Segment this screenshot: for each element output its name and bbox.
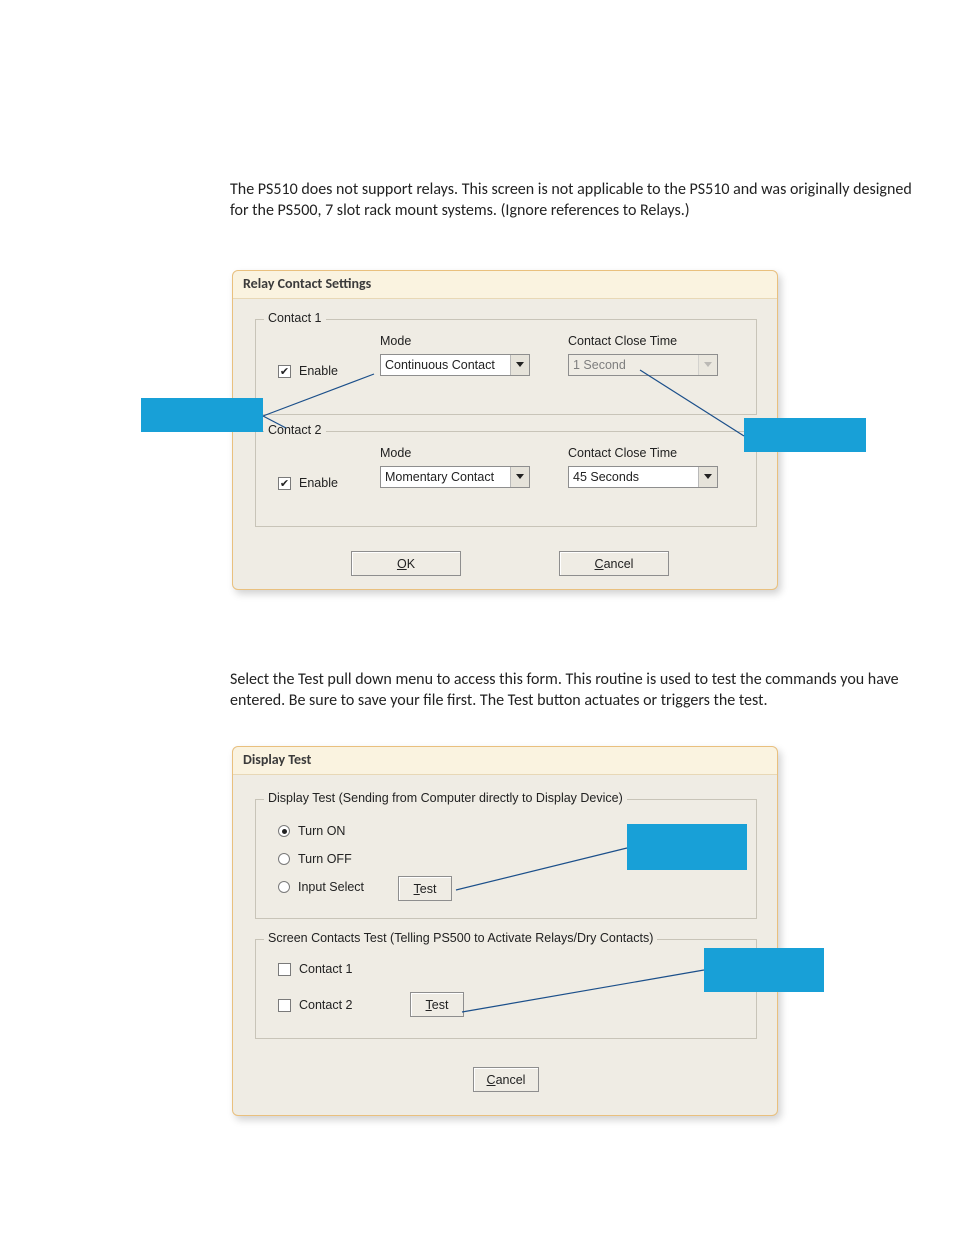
contact-1-enable-checkbox[interactable]: ✔ Enable [278,364,338,378]
checkbox-icon [278,999,291,1012]
enable-label: Enable [299,364,338,378]
cancel-label: Cancel [595,557,634,571]
callout-left [141,398,263,432]
contacts-test-button[interactable]: Test [410,992,464,1017]
test-label: Test [414,882,437,896]
contact-1-group: Contact 1 ✔ Enable Mode Continuous Conta… [255,319,757,415]
mode-label: Mode [380,334,411,348]
mode-value: Momentary Contact [385,470,494,484]
callout-right [744,418,866,452]
dialog-title: Display Test [233,747,777,775]
time-value: 1 Second [573,358,626,372]
checkbox-icon [278,963,291,976]
checkbox-icon: ✔ [278,477,291,490]
cancel-button[interactable]: Cancel [559,551,669,576]
callout-contacts-test [704,948,824,992]
close-time-label: Contact Close Time [568,334,677,348]
radio-icon [278,881,290,893]
test-label: Test [426,998,449,1012]
radio-label: Turn OFF [298,852,352,866]
contact-2-group: Contact 2 ✔ Enable Mode Momentary Contac… [255,431,757,527]
dialog-title: Relay Contact Settings [233,271,777,299]
radio-turn-off[interactable]: Turn OFF [278,852,352,866]
enable-label: Enable [299,476,338,490]
close-time-label: Contact Close Time [568,446,677,460]
radio-icon [278,853,290,865]
contact-2-enable-checkbox[interactable]: ✔ Enable [278,476,338,490]
cancel-label: Cancel [487,1073,526,1087]
display-test-legend: Display Test (Sending from Computer dire… [264,791,627,805]
contact-2-time-select[interactable]: 45 Seconds [568,466,718,488]
contact-2-mode-select[interactable]: Momentary Contact [380,466,530,488]
radio-input-select[interactable]: Input Select [278,880,364,894]
display-test-dialog: Display Test Display Test (Sending from … [232,746,778,1116]
radio-turn-on[interactable]: Turn ON [278,824,345,838]
chk-label: Contact 1 [299,962,353,976]
display-test-cancel-button[interactable]: Cancel [473,1067,539,1092]
screen-contacts-group: Screen Contacts Test (Telling PS500 to A… [255,939,757,1039]
mode-label: Mode [380,446,411,460]
dropdown-icon [698,467,717,487]
callout-display-test [627,824,747,870]
contact-1-checkbox[interactable]: Contact 1 [278,962,353,976]
contact-1-legend: Contact 1 [264,311,326,325]
ok-button[interactable]: OK [351,551,461,576]
dropdown-icon [510,467,529,487]
ok-label: OK [397,557,415,571]
mode-value: Continuous Contact [385,358,495,372]
dropdown-icon [510,355,529,375]
screen-contacts-legend: Screen Contacts Test (Telling PS500 to A… [264,931,657,945]
display-test-button[interactable]: Test [398,876,452,901]
time-value: 45 Seconds [573,470,639,484]
contact-2-legend: Contact 2 [264,423,326,437]
intro-paragraph-1: The PS510 does not support relays. This … [230,180,920,222]
checkbox-icon: ✔ [278,365,291,378]
radio-label: Turn ON [298,824,345,838]
chk-label: Contact 2 [299,998,353,1012]
dropdown-icon [698,355,717,375]
contact-1-time-select: 1 Second [568,354,718,376]
contact-2-checkbox[interactable]: Contact 2 [278,998,353,1012]
radio-label: Input Select [298,880,364,894]
intro-paragraph-2: Select the Test pull down menu to access… [230,670,920,712]
relay-contact-settings-dialog: Relay Contact Settings Contact 1 ✔ Enabl… [232,270,778,590]
contact-1-mode-select[interactable]: Continuous Contact [380,354,530,376]
radio-icon [278,825,290,837]
